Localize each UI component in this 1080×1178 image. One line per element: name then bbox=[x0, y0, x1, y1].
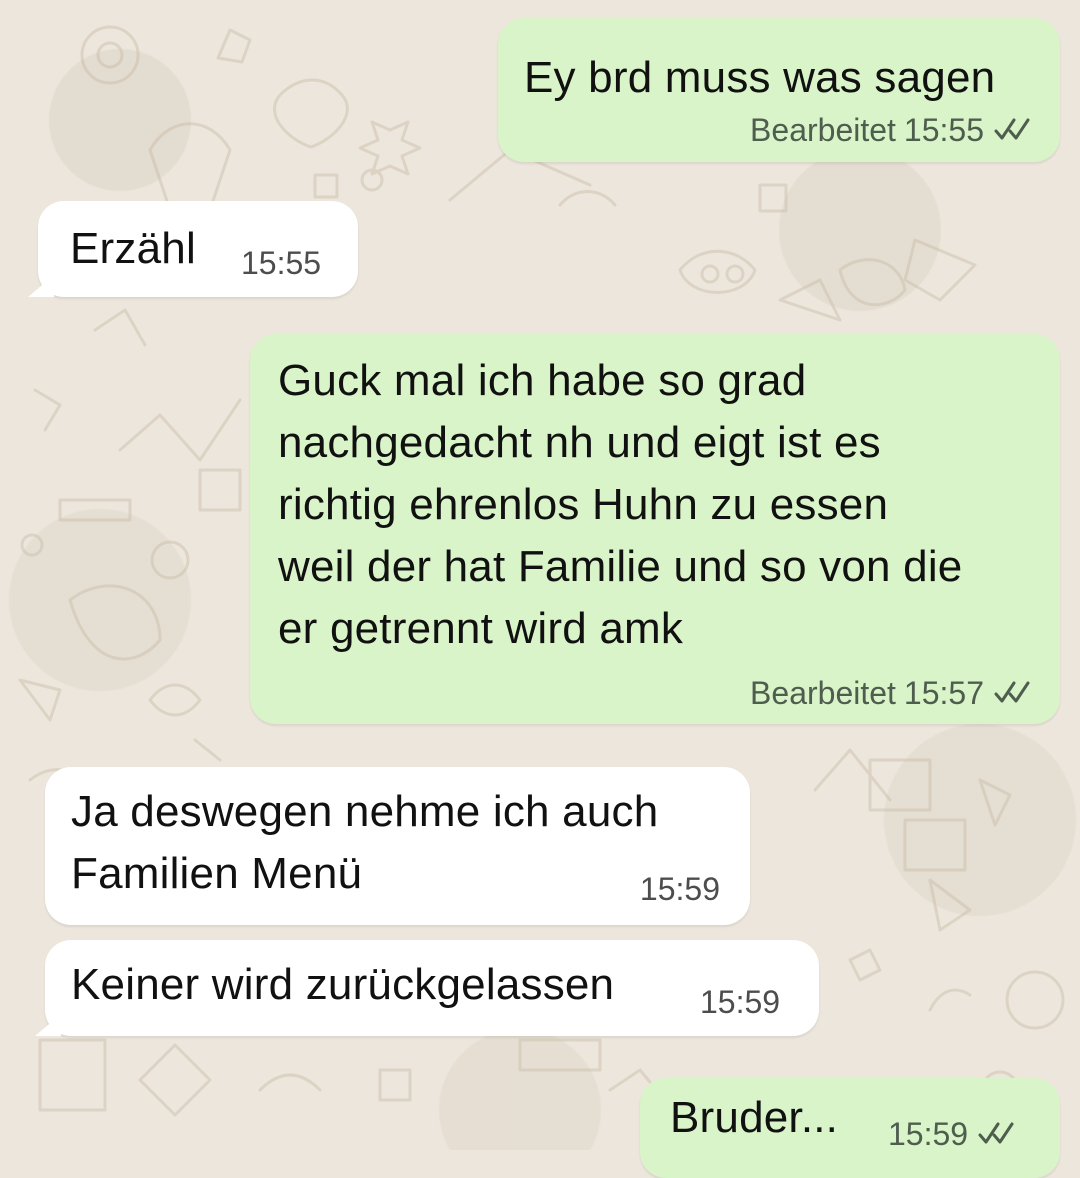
message-meta: 15:59 bbox=[700, 984, 780, 1020]
message-text: Bruder... bbox=[670, 1093, 839, 1142]
double-check-icon bbox=[978, 1122, 1014, 1144]
message-text: Guck mal ich habe so grad nachgedacht nh… bbox=[278, 356, 963, 653]
message-bubble-incoming[interactable]: Ja deswegen nehme ich auch Familien Menü… bbox=[45, 767, 750, 925]
message-meta: Bearbeitet 15:55 bbox=[750, 112, 1034, 148]
message-meta: Bearbeitet 15:57 bbox=[750, 675, 1034, 711]
edited-label: Bearbeitet bbox=[750, 675, 896, 711]
double-check-icon bbox=[994, 681, 1030, 703]
message-text: Erzähl bbox=[70, 224, 196, 273]
message-bubble-outgoing[interactable]: Guck mal ich habe so grad nachgedacht nh… bbox=[250, 334, 1060, 724]
message-bubble-outgoing[interactable]: Ey brd muss was sagen Bearbeitet 15:55 bbox=[498, 18, 1060, 162]
message-bubble-incoming[interactable]: Erzähl 15:55 bbox=[28, 201, 358, 297]
message-time: 15:59 bbox=[639, 871, 720, 907]
message-text: Ja deswegen nehme ich auch Familien Menü bbox=[71, 787, 659, 898]
message-time: 15:59 bbox=[700, 984, 781, 1020]
message-meta: 15:59 bbox=[640, 871, 720, 907]
double-check-icon bbox=[994, 118, 1030, 140]
edited-label: Bearbeitet bbox=[750, 112, 896, 148]
message-meta: 15:59 bbox=[888, 1116, 1018, 1152]
message-bubble-incoming[interactable]: Keiner wird zurückgelassen 15:59 bbox=[35, 940, 819, 1036]
message-text: Keiner wird zurückgelassen bbox=[71, 960, 615, 1009]
message-time: 15:57 bbox=[903, 675, 984, 711]
message-time: 15:55 bbox=[903, 112, 984, 148]
message-bubble-outgoing[interactable]: Bruder... 15:59 bbox=[640, 1078, 1060, 1178]
message-time: 15:59 bbox=[888, 1116, 969, 1152]
message-time: 15:55 bbox=[241, 245, 322, 281]
message-text: Ey brd muss was sagen bbox=[524, 53, 996, 102]
message-meta: 15:55 bbox=[241, 245, 321, 281]
